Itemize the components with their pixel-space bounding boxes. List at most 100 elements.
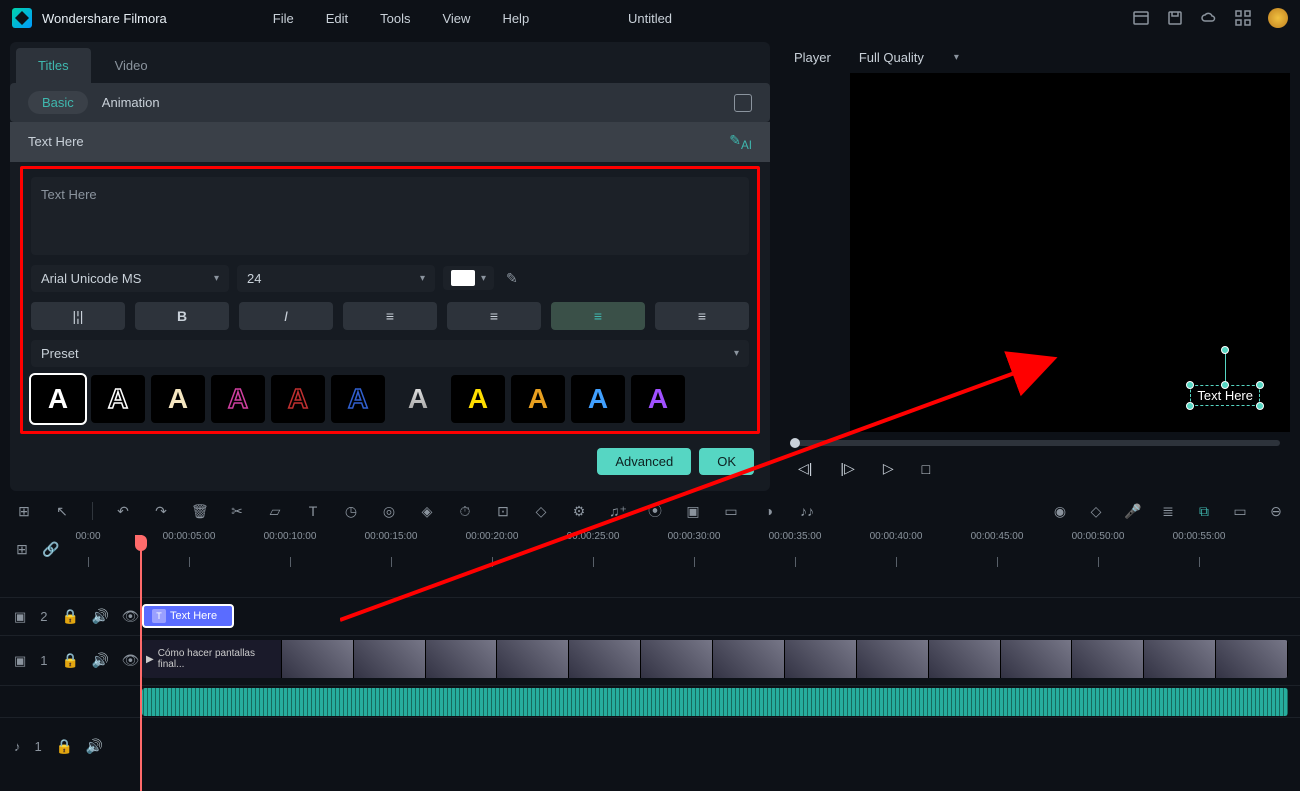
- align-right-button[interactable]: ≡: [551, 302, 645, 330]
- boundary-icon[interactable]: ▭: [1232, 503, 1248, 520]
- playhead-icon[interactable]: [140, 535, 142, 791]
- quality-select[interactable]: Full Quality▾: [859, 50, 959, 65]
- select-tool-icon[interactable]: ↖: [54, 503, 70, 520]
- tab-titles[interactable]: Titles: [16, 48, 91, 83]
- advanced-button[interactable]: Advanced: [597, 448, 691, 475]
- keyframe-tool-icon[interactable]: ◈: [419, 503, 435, 520]
- user-avatar[interactable]: [1268, 8, 1288, 28]
- menu-file[interactable]: File: [257, 7, 310, 30]
- redo-icon[interactable]: ↷: [153, 503, 169, 520]
- menu-help[interactable]: Help: [486, 7, 545, 30]
- preset-skyblue[interactable]: A: [571, 375, 625, 423]
- lock-icon-v[interactable]: 🔒: [62, 652, 78, 669]
- italic-button[interactable]: I: [239, 302, 333, 330]
- mask-icon[interactable]: ◇: [533, 503, 549, 520]
- preset-yellow[interactable]: A: [451, 375, 505, 423]
- crop-icon[interactable]: ▱: [267, 503, 283, 520]
- center-icon[interactable]: ⊡: [495, 503, 511, 520]
- mixer-icon[interactable]: ≣: [1160, 503, 1176, 520]
- preset-white-solid[interactable]: A: [31, 375, 85, 423]
- audio-sep-icon[interactable]: ♫⁺: [609, 503, 625, 520]
- mic-icon[interactable]: 🎤: [1124, 503, 1140, 520]
- player-progress[interactable]: [790, 440, 1280, 446]
- preset-red-outline[interactable]: A: [271, 375, 325, 423]
- tab-video[interactable]: Video: [93, 48, 170, 83]
- preset-blue-outline[interactable]: A: [331, 375, 385, 423]
- preset-gold[interactable]: A: [511, 375, 565, 423]
- visibility-icon[interactable]: 👁: [122, 608, 138, 625]
- add-track-icon[interactable]: ⊞: [16, 503, 32, 520]
- video-track: ▣1 🔒 🔊 👁 ▶Cómo hacer pantallas final...: [0, 635, 1300, 685]
- delete-icon[interactable]: 🗑: [191, 503, 207, 520]
- subtab-basic[interactable]: Basic: [28, 91, 88, 114]
- align-center-button[interactable]: ≡: [447, 302, 541, 330]
- audio-track: ♪1 🔒 🔊: [0, 717, 1300, 775]
- menu-tools[interactable]: Tools: [364, 7, 426, 30]
- preview-panel: Player Full Quality▾ Text Here ◁| |▷ ▷ □: [780, 42, 1290, 491]
- document-title: Untitled: [628, 11, 672, 26]
- mute-icon-v[interactable]: 🔊: [92, 652, 108, 669]
- prev-frame-icon[interactable]: ◁|: [798, 460, 812, 477]
- preset-dropdown[interactable]: Preset▾: [31, 340, 749, 367]
- magnet-icon[interactable]: ⧉: [1196, 503, 1212, 520]
- snapshot-icon[interactable]: ▣: [685, 503, 701, 520]
- preset-cream[interactable]: A: [151, 375, 205, 423]
- preset-white-outline[interactable]: A: [91, 375, 145, 423]
- video-clip[interactable]: ▶Cómo hacer pantallas final...: [142, 640, 1288, 678]
- mute-icon[interactable]: 🔊: [92, 608, 108, 625]
- eyedropper-icon[interactable]: ✎: [506, 270, 518, 287]
- video-canvas[interactable]: Text Here: [850, 73, 1290, 432]
- align-left-button[interactable]: ≡: [343, 302, 437, 330]
- beat-icon[interactable]: ♪♪: [799, 503, 815, 519]
- mute-icon-a[interactable]: 🔊: [86, 738, 102, 755]
- menu-edit[interactable]: Edit: [310, 7, 364, 30]
- audio-waveform[interactable]: [142, 688, 1288, 716]
- font-family-select[interactable]: Arial Unicode MS▾: [31, 265, 229, 292]
- zoom-out-icon[interactable]: ⊖: [1268, 503, 1284, 520]
- layout-icon[interactable]: [1132, 9, 1150, 27]
- undo-icon[interactable]: ↶: [115, 503, 131, 520]
- preset-purple[interactable]: A: [631, 375, 685, 423]
- ok-button[interactable]: OK: [699, 448, 754, 475]
- font-color-picker[interactable]: ▾: [443, 266, 494, 290]
- duration-icon[interactable]: ⏱: [457, 503, 473, 520]
- record-icon[interactable]: ⦿: [647, 501, 663, 521]
- play-icon[interactable]: ▷: [883, 460, 894, 477]
- text-tool-icon[interactable]: T: [305, 503, 321, 519]
- text-input[interactable]: Text Here: [31, 177, 749, 255]
- app-logo-icon: [12, 8, 32, 28]
- time-ruler[interactable]: 00:00 00:00:05:00 00:00:10:00 00:00:15:0…: [88, 531, 1300, 567]
- adjust-icon[interactable]: ⚙: [571, 503, 587, 520]
- text-track: ▣2 🔒 🔊 👁 T Text Here: [0, 597, 1300, 635]
- save-preset-icon[interactable]: [734, 94, 752, 112]
- marker-shield-icon[interactable]: ◇: [1088, 503, 1104, 520]
- grid-icon[interactable]: [1234, 9, 1252, 27]
- chroma-icon[interactable]: ◑: [761, 503, 777, 519]
- color-icon[interactable]: ◎: [381, 503, 397, 520]
- char-spacing-button[interactable]: |¦|: [31, 302, 125, 330]
- split-icon[interactable]: ✂: [229, 503, 245, 520]
- lock-icon[interactable]: 🔒: [62, 608, 78, 625]
- align-justify-button[interactable]: ≡: [655, 302, 749, 330]
- lock-icon-a[interactable]: 🔒: [56, 738, 72, 755]
- media-bin-icon[interactable]: ⊞: [14, 541, 30, 558]
- stop-icon[interactable]: □: [922, 461, 930, 477]
- link-icon[interactable]: 🔗: [42, 541, 58, 558]
- save-icon[interactable]: [1166, 9, 1184, 27]
- text-clip[interactable]: T Text Here: [142, 604, 234, 628]
- font-size-select[interactable]: 24▾: [237, 265, 435, 292]
- text-overlay-handle[interactable]: Text Here: [1190, 385, 1260, 406]
- aspect-icon[interactable]: ▭: [723, 503, 739, 520]
- speed-icon[interactable]: ◷: [343, 503, 359, 520]
- preset-magenta-outline[interactable]: A: [211, 375, 265, 423]
- render-icon[interactable]: ◉: [1052, 503, 1068, 520]
- next-frame-icon[interactable]: |▷: [840, 460, 854, 477]
- visibility-icon-v[interactable]: 👁: [122, 652, 138, 669]
- menu-view[interactable]: View: [426, 7, 486, 30]
- ai-edit-icon[interactable]: ✎AI: [729, 132, 752, 152]
- subtab-animation[interactable]: Animation: [88, 91, 174, 114]
- cloud-icon[interactable]: [1200, 9, 1218, 27]
- text-clip-icon: T: [152, 609, 166, 623]
- preset-silver[interactable]: A: [391, 375, 445, 423]
- bold-button[interactable]: B: [135, 302, 229, 330]
